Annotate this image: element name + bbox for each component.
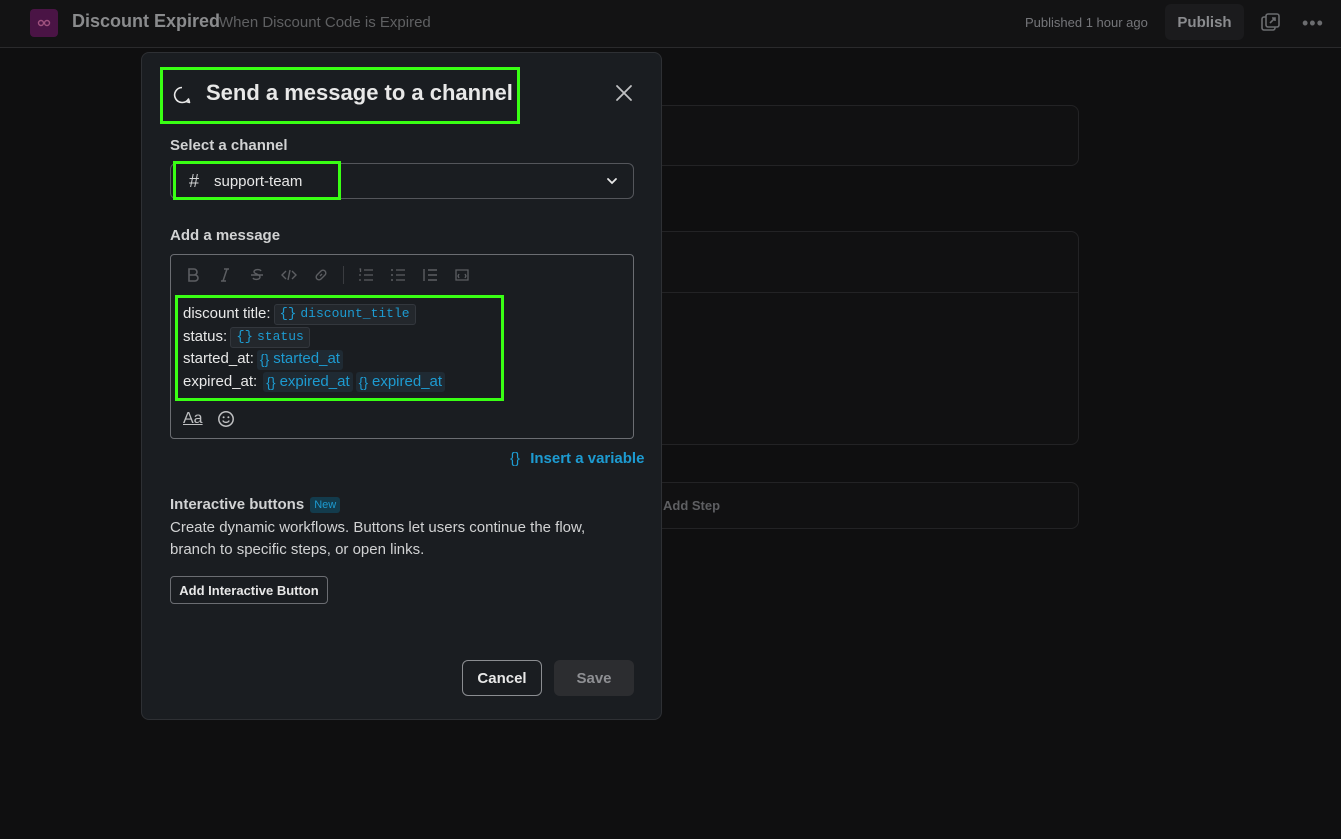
- message-line: started_at: {} started_at: [183, 348, 445, 371]
- insert-variable-label: Insert a variable: [530, 450, 645, 467]
- published-status: Published 1 hour ago: [1025, 15, 1148, 30]
- step-card[interactable]: [640, 231, 1079, 445]
- variable-name: expired_at: [372, 373, 443, 391]
- interactive-buttons-description: Create dynamic workflows. Buttons let us…: [170, 519, 586, 558]
- hash-icon: #: [189, 171, 200, 191]
- chevron-down-icon: [607, 178, 617, 185]
- add-step-label[interactable]: Add Step: [663, 498, 720, 513]
- add-interactive-button[interactable]: Add Interactive Button: [170, 576, 328, 604]
- code-icon[interactable]: [279, 265, 299, 285]
- insert-variable-link[interactable]: {} Insert a variable: [510, 450, 644, 467]
- variable-chip[interactable]: {} expired_at: [263, 372, 353, 393]
- variable-brace-icon: {}: [259, 351, 270, 368]
- line-text: started_at:: [183, 350, 254, 368]
- strikethrough-icon[interactable]: [247, 265, 267, 285]
- publish-button[interactable]: Publish: [1165, 4, 1244, 40]
- new-badge: New: [310, 496, 341, 513]
- line-text: discount title:: [183, 305, 271, 322]
- variable-chip[interactable]: {} started_at: [256, 349, 343, 370]
- line-text: status:: [183, 327, 228, 345]
- variable-brace-icon: {}: [279, 306, 297, 322]
- variable-brace-icon: {}: [236, 328, 253, 345]
- save-button[interactable]: Save: [554, 660, 634, 696]
- message-line: status: {} status: [183, 326, 445, 349]
- variable-name: status: [257, 328, 304, 344]
- workflow-title: Discount Expired: [72, 11, 221, 31]
- workflow-subtitle: When Discount Code is Expired: [219, 14, 431, 31]
- numbered-list-icon[interactable]: [356, 265, 376, 285]
- cancel-button[interactable]: Cancel: [462, 660, 542, 696]
- variable-name: started_at: [273, 350, 340, 368]
- message-bubble-icon: [173, 86, 191, 104]
- variable-chip[interactable]: {} status: [230, 326, 310, 348]
- top-header: Discount Expired When Discount Code is E…: [0, 0, 1341, 48]
- channel-select-value: support-team: [214, 173, 303, 190]
- line-text: expired_at:: [183, 373, 258, 391]
- variable-brace-icon: {}: [358, 374, 368, 391]
- workflow-app-icon: [30, 9, 58, 37]
- editor-footer: Aa: [183, 410, 235, 428]
- bold-icon[interactable]: [183, 265, 203, 285]
- variable-name: expired_at: [279, 373, 350, 391]
- message-line: discount title: {} discount_title: [183, 303, 445, 326]
- variable-name: discount_title: [300, 306, 410, 321]
- interactive-buttons-title: Interactive buttons: [170, 496, 305, 513]
- close-icon[interactable]: [612, 81, 636, 105]
- select-channel-label: Select a channel: [170, 137, 288, 154]
- variable-brace-icon: {}: [510, 450, 521, 467]
- message-editor[interactable]: discount title: {} discount_title status…: [170, 254, 634, 439]
- formatting-toolbar: [183, 265, 484, 285]
- blockquote-icon[interactable]: [420, 265, 440, 285]
- emoji-icon[interactable]: [217, 410, 235, 428]
- send-message-dialog: Send a message to a channel Select a cha…: [141, 52, 662, 720]
- variable-chip[interactable]: {} discount_title: [273, 303, 416, 325]
- add-message-label: Add a message: [170, 227, 281, 244]
- text-format-button[interactable]: Aa: [183, 410, 203, 428]
- more-options-icon[interactable]: •••: [1302, 13, 1326, 33]
- message-body[interactable]: discount title: {} discount_title status…: [183, 303, 446, 394]
- step-card-divider: [650, 292, 1078, 293]
- dialog-header: Send a message to a channel: [160, 67, 520, 124]
- code-block-icon[interactable]: [452, 265, 472, 285]
- workflow-icon: [37, 19, 51, 27]
- bulleted-list-icon[interactable]: [388, 265, 408, 285]
- variable-chip[interactable]: {} expired_at: [355, 372, 446, 393]
- interactive-buttons-heading: Interactive buttons New: [170, 496, 341, 513]
- dialog-title: Send a message to a channel: [206, 80, 513, 105]
- message-line: expired_at: {} expired_at {} expired_at: [183, 371, 446, 394]
- channel-select[interactable]: # support-team: [170, 163, 634, 199]
- variable-brace-icon: {}: [266, 374, 276, 391]
- toolbar-divider: [343, 266, 344, 284]
- share-icon[interactable]: [1260, 12, 1282, 34]
- link-icon[interactable]: [311, 265, 331, 285]
- trigger-card[interactable]: [640, 105, 1079, 166]
- italic-icon[interactable]: [215, 265, 235, 285]
